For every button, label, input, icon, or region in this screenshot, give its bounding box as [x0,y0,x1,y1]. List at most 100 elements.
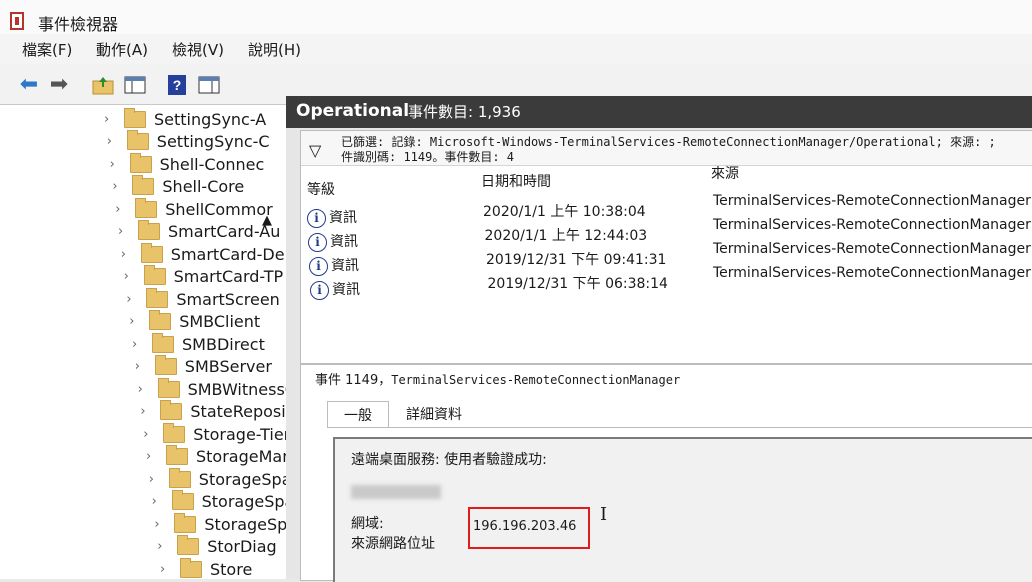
redacted-user [351,485,441,499]
chevron-right-icon[interactable]: › [126,292,140,307]
tree-item[interactable]: › SmartCard-De [121,242,285,265]
event-level-text: 資訊 [330,234,358,250]
tree-item-label: SMBServer [184,357,272,376]
event-row-level[interactable]: i 資訊 [309,255,359,276]
menu-action[interactable]: 動作(A) [96,39,148,60]
event-row-source[interactable]: TerminalServices-RemoteConnectionManager [713,217,1031,233]
tree-item-label: SMBDirect [182,334,265,354]
tree-item-label: Shell-Connec [159,154,265,174]
chevron-right-icon[interactable]: › [138,382,152,397]
event-row-datetime[interactable]: 2019/12/31 下午 06:38:14 [488,273,668,293]
menu-view[interactable]: 檢視(V) [172,39,224,60]
folder-icon [132,175,155,195]
chevron-right-icon[interactable]: › [157,539,171,554]
tree-item[interactable]: › Storage-Tierii [143,422,299,445]
event-level-text: 資訊 [332,282,360,298]
tree-item-label: SettingSync-C [156,132,270,151]
back-arrow-icon[interactable]: ⬅ [16,72,42,98]
tab-general[interactable]: 一般 [327,401,389,428]
event-row-level[interactable]: i 資訊 [310,279,360,300]
chevron-right-icon[interactable]: › [121,247,135,262]
event-source-label: TerminalServices-RemoteConnectionManager [391,373,681,387]
folder-icon [124,107,146,128]
chevron-right-icon[interactable]: › [112,179,126,194]
tree-item[interactable]: › ShellCommor [115,197,273,220]
chevron-right-icon[interactable]: › [110,157,124,172]
folder-icon [157,377,180,398]
column-header-source[interactable]: 來源 [711,163,739,183]
tree-item-label: SmartCard-TP [173,267,284,286]
tree-item-label: StorDiag [207,537,277,556]
tree-item[interactable]: › StorDiag [157,535,277,558]
properties-icon[interactable] [196,72,222,98]
console-tree-icon[interactable] [122,72,148,98]
filter-text-line2: 件識別碼: 1149。事件數目: 4 [341,150,515,164]
chevron-right-icon[interactable]: › [107,134,121,149]
tab-details[interactable]: 詳細資料 [389,401,479,427]
tree-item[interactable]: › SMBClient [129,310,261,333]
tree-item[interactable]: › SMBServer [135,355,272,378]
tree-item[interactable]: › Shell-Connec [110,152,265,175]
folder-icon [154,355,177,375]
column-header-level[interactable]: 等級 [307,179,335,199]
chevron-right-icon[interactable]: › [118,224,132,239]
folder-up-icon[interactable] [90,72,116,98]
tree-item-label: SmartCard-De [170,244,285,264]
tree-item-label: Shell-Core [162,177,245,196]
tree-item[interactable]: › SettingSync-A [104,107,266,130]
folder-icon [152,332,174,353]
chevron-right-icon[interactable]: › [132,337,146,352]
tree-item[interactable]: › SmartCard-Au [118,220,280,243]
chevron-right-icon[interactable]: › [152,494,166,509]
event-level-text: 資訊 [331,258,359,274]
menu-help[interactable]: 說明(H) [248,39,301,60]
text-cursor-icon: I [600,504,608,525]
tree-item[interactable]: › SmartScreen [126,287,280,310]
folder-icon [149,310,172,330]
tree-item-label: SMBClient [179,312,261,331]
folder-icon [129,152,152,173]
folder-icon [140,242,163,263]
event-panel: Operational 事件數目: 1,936 ▽ 已篩選: 記錄: Micro… [286,96,1032,582]
chevron-right-icon[interactable]: › [135,359,149,374]
forward-arrow-icon[interactable]: ➡ [46,72,72,98]
tree-item[interactable]: › StorageMana [146,445,302,468]
chevron-right-icon[interactable]: › [154,517,168,532]
column-header-datetime[interactable]: 日期和時間 [481,171,551,191]
folder-icon [126,130,149,150]
event-row-level[interactable]: i 資訊 [308,231,358,252]
chevron-right-icon[interactable]: › [149,472,163,487]
chevron-right-icon[interactable]: › [160,562,174,577]
chevron-right-icon[interactable]: › [124,269,138,284]
event-row-datetime[interactable]: 2019/12/31 下午 09:41:31 [486,249,666,269]
tree-item[interactable]: › SmartCard-TP [124,265,284,288]
folder-icon [171,490,194,510]
chevron-right-icon[interactable]: › [129,314,143,329]
tree-item[interactable]: › Shell-Core [112,175,245,198]
source-ip-value: 196.196.203.46 [473,519,577,534]
tree-item[interactable]: › SMBDirect [132,332,265,355]
event-row-source[interactable]: TerminalServices-RemoteConnectionManager [713,241,1031,257]
tree-item[interactable]: › Store [160,557,252,580]
tree-item[interactable]: › SettingSync-C [107,130,270,153]
event-row-source[interactable]: TerminalServices-RemoteConnectionManager [713,265,1031,281]
tree-item[interactable]: › StateReposito [140,400,302,423]
event-message-box[interactable]: 遠端桌面服務: 使用者驗證成功: 網域: 來源網路位址 196.196.203.… [333,437,1032,582]
event-viewer-app-icon [10,12,24,30]
event-level-text: 資訊 [329,210,357,226]
event-row-datetime[interactable]: 2020/1/1 上午 12:44:03 [485,225,648,245]
title-bar: 事件檢視器 [0,0,1032,34]
event-row-level[interactable]: i 資訊 [307,207,357,228]
event-row-datetime[interactable]: 2020/1/1 上午 10:38:04 [483,201,646,221]
help-icon[interactable]: ? [164,72,190,98]
svg-text:?: ? [173,77,182,93]
menu-file[interactable]: 檔案(F) [22,39,72,60]
event-detail-title: 事件 1149，TerminalServices-RemoteConnectio… [315,369,680,388]
chevron-right-icon[interactable]: › [115,202,129,217]
chevron-right-icon[interactable]: › [104,112,118,127]
tree-item[interactable]: › SMBWitnessC [138,377,296,400]
event-row-source[interactable]: TerminalServices-RemoteConnectionManager [713,193,1031,209]
chevron-right-icon[interactable]: › [143,427,157,442]
chevron-right-icon[interactable]: › [146,449,160,464]
chevron-right-icon[interactable]: › [140,404,154,419]
